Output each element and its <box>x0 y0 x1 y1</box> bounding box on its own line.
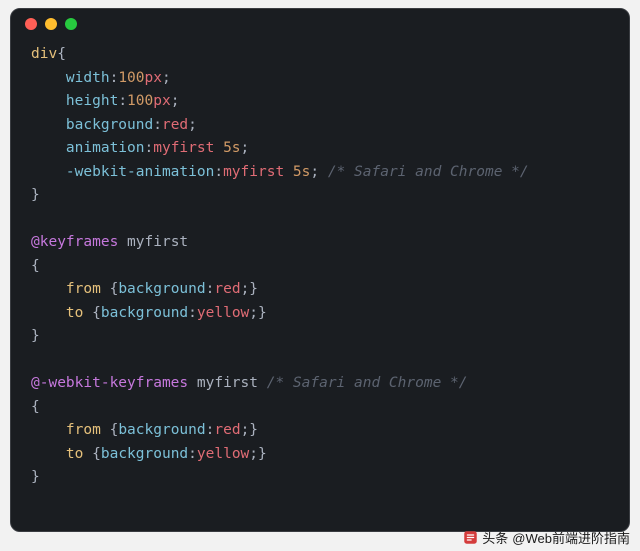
code-window: div{ width:100px; height:100px; backgrou… <box>10 8 630 532</box>
keyframes-name: myfirst <box>127 234 188 250</box>
keyframe-key: from <box>66 422 101 438</box>
zoom-icon[interactable] <box>65 18 77 30</box>
comment: /* Safari and Chrome */ <box>267 375 468 391</box>
keyframes-name: myfirst <box>197 375 258 391</box>
prop-name: background <box>101 305 188 321</box>
prop-value: red <box>214 281 240 297</box>
anim-ident: myfirst <box>223 164 284 180</box>
prop-name: background <box>118 422 205 438</box>
keyframe-key: to <box>66 305 83 321</box>
close-icon[interactable] <box>25 18 37 30</box>
prop-name: -webkit-animation <box>66 164 214 180</box>
comment: /* Safari and Chrome */ <box>328 164 529 180</box>
watermark-handle: @Web前端进阶指南 <box>512 528 630 547</box>
prop-value: yellow <box>197 446 249 462</box>
anim-ident: myfirst <box>153 140 214 156</box>
toutiao-icon <box>463 530 478 545</box>
code-block: div{ width:100px; height:100px; backgrou… <box>11 39 629 506</box>
prop-value: red <box>162 117 188 133</box>
prop-value: red <box>214 422 240 438</box>
watermark: 头条 @Web前端进阶指南 <box>463 528 630 547</box>
keyframe-key: from <box>66 281 101 297</box>
keyframe-key: to <box>66 446 83 462</box>
prop-value: yellow <box>197 305 249 321</box>
prop-name: background <box>66 117 153 133</box>
prop-unit: px <box>145 70 162 86</box>
prop-unit: px <box>153 93 170 109</box>
watermark-prefix: 头条 <box>482 528 508 547</box>
prop-num: 100 <box>118 70 144 86</box>
window-titlebar <box>11 9 629 39</box>
prop-name: width <box>66 70 110 86</box>
at-rule: @keyframes <box>31 234 118 250</box>
at-rule: @-webkit-keyframes <box>31 375 188 391</box>
prop-name: background <box>118 281 205 297</box>
prop-name: height <box>66 93 118 109</box>
prop-name: animation <box>66 140 145 156</box>
anim-duration: 5s <box>223 140 240 156</box>
minimize-icon[interactable] <box>45 18 57 30</box>
selector: div <box>31 46 57 62</box>
prop-name: background <box>101 446 188 462</box>
anim-duration: 5s <box>293 164 310 180</box>
prop-num: 100 <box>127 93 153 109</box>
